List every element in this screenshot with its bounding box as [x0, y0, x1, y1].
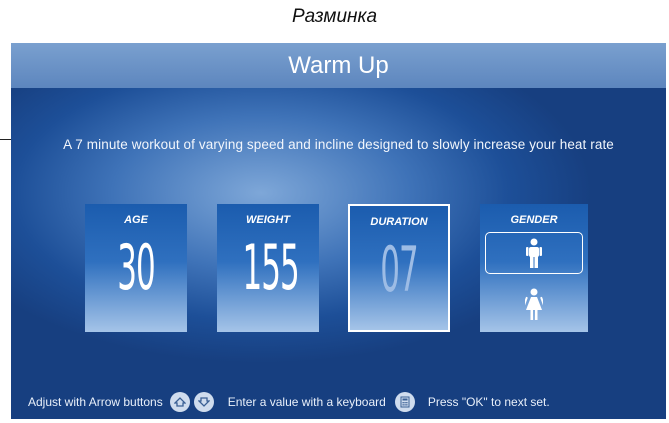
duration-card[interactable]: DURATION 07 — [348, 204, 450, 332]
gender-female-option[interactable] — [485, 284, 583, 324]
gender-card[interactable]: GENDER — [480, 204, 588, 332]
weight-value: 155 — [242, 231, 300, 304]
keyboard-instruction: Enter a value with a keyboard — [227, 395, 386, 409]
gender-label: GENDER — [510, 214, 558, 226]
keyboard-icon — [394, 392, 415, 412]
age-card[interactable]: AGE 30 — [85, 204, 187, 332]
caption: Разминка — [291, 6, 378, 27]
title-bar: Warm Up — [11, 43, 666, 88]
age-label: AGE — [124, 214, 148, 226]
arrow-up-icon — [169, 392, 190, 412]
warmup-screen: Warm Up A 7 minute workout of varying sp… — [11, 43, 666, 419]
gender-male-option[interactable] — [485, 232, 583, 274]
workout-description: A 7 minute workout of varying speed and … — [63, 137, 614, 152]
female-icon — [525, 288, 543, 320]
pointer-line — [0, 139, 11, 140]
duration-label: DURATION — [370, 216, 428, 228]
age-value: 30 — [117, 231, 155, 304]
male-icon — [526, 238, 542, 268]
instruction-bar: Adjust with Arrow buttons Enter a value … — [11, 390, 666, 414]
arrow-down-icon — [193, 392, 214, 412]
window-title: Warm Up — [288, 51, 389, 79]
duration-value: 07 — [380, 233, 418, 306]
weight-label: WEIGHT — [246, 214, 290, 226]
adjust-instruction: Adjust with Arrow buttons — [28, 395, 163, 409]
ok-instruction: Press "OK" to next set. — [427, 395, 550, 409]
weight-card[interactable]: WEIGHT 155 — [217, 204, 319, 332]
